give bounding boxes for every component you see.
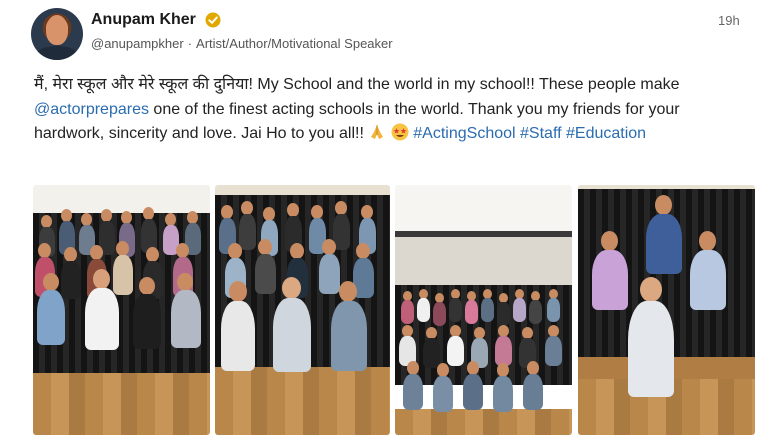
photo-grid [33,185,755,435]
post-text-part-1: मैं, मेरा स्कूल और मेरे स्कूल की दुनिया!… [34,76,680,93]
post-timestamp[interactable]: 19h [718,13,740,28]
avatar-shirt [35,46,79,60]
photo-floor [33,373,210,435]
verified-badge-icon [205,12,221,28]
meta-separator: · [187,36,193,51]
photo-floor [395,409,572,435]
author-name[interactable]: Anupam Kher [91,11,196,29]
author-meta: @anupampkher · Artist/Author/Motivational … [91,36,393,51]
hashtag-education[interactable]: #Education [566,125,646,142]
photo-ceiling [33,185,210,213]
mention-link[interactable]: @actorprepares [34,101,149,118]
photo-ceiling [215,185,390,195]
group-photo-3[interactable] [395,185,572,435]
hashtag-staff[interactable]: #Staff [520,125,562,142]
photo-wall [395,235,572,285]
hashtag-actingschool[interactable]: #ActingSchool [413,125,515,142]
avatar[interactable] [31,8,83,60]
folded-hands-emoji-icon [371,125,384,139]
group-photo-1[interactable] [33,185,210,435]
post-text: मैं, मेरा स्कूल और मेरे स्कूल की दुनिया!… [34,73,744,147]
group-photo-4[interactable] [578,185,755,435]
avatar-face [46,15,68,45]
photo-beam [395,231,572,237]
group-photo-2[interactable] [215,185,390,435]
author-handle[interactable]: @anupampkher [91,36,184,51]
star-struck-emoji-icon [391,123,409,141]
photo-floor [215,367,390,435]
author-bio: Artist/Author/Motivational Speaker [196,36,393,51]
